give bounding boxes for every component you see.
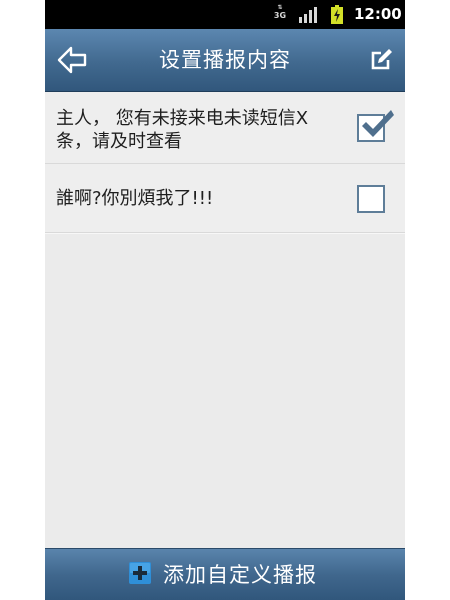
- title-bar: 设置播报内容: [45, 29, 405, 92]
- plus-icon: [129, 562, 151, 584]
- edit-button[interactable]: [367, 46, 395, 74]
- status-bar: ⇅ 3G 12:00: [45, 0, 405, 29]
- item-checkbox[interactable]: [357, 185, 385, 213]
- back-button[interactable]: [55, 43, 95, 77]
- back-arrow-icon: [57, 46, 87, 74]
- item-label: 誰啊?你別煩我了!!!: [56, 188, 214, 209]
- item-checkbox-checked[interactable]: [357, 110, 394, 142]
- edit-icon: [371, 49, 392, 70]
- check-icon: [362, 110, 394, 137]
- broadcast-list: 主人， 您有未接来电未读短信X条，请及时查看 誰啊?你別煩我了!!!: [45, 92, 405, 233]
- phone-screen: ⇅ 3G 12:00 设置播报内容 主人， 您有未接来电未读短信X条，请及时查看…: [45, 0, 405, 600]
- list-item[interactable]: 誰啊?你別煩我了!!!: [45, 164, 405, 233]
- list-item[interactable]: 主人， 您有未接来电未读短信X条，请及时查看: [45, 92, 405, 164]
- page-title: 设置播报内容: [159, 48, 291, 72]
- add-custom-broadcast-button[interactable]: 添加自定义播报: [45, 548, 405, 600]
- add-custom-broadcast-label: 添加自定义播报: [163, 563, 317, 587]
- data-arrows-icon: ⇅ 3G: [273, 4, 287, 20]
- battery-charging-icon: [331, 5, 343, 24]
- status-time: 12:00: [354, 5, 402, 23]
- network-label: 3G: [273, 11, 287, 20]
- signal-icon: [299, 7, 317, 23]
- item-label: 主人， 您有未接来电未读短信X条，请及时查看: [56, 108, 309, 152]
